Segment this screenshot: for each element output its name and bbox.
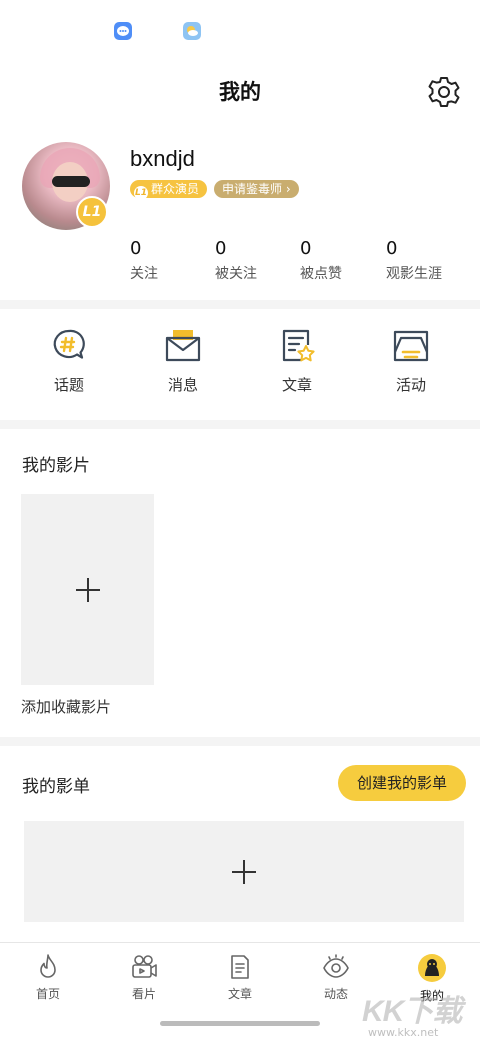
role-level-icon: L1 <box>134 186 148 200</box>
add-film-label: 添加收藏影片 <box>21 698 112 716</box>
stat-likes[interactable]: 0 被点赞 <box>300 238 390 283</box>
profile-face-icon <box>418 954 446 982</box>
stat-label: 关注 <box>130 266 158 282</box>
flame-icon <box>40 954 56 978</box>
quick-link-article[interactable]: 文章 <box>252 328 342 395</box>
stat-value: 0 <box>300 238 312 259</box>
my-films-title: 我的影片 <box>22 456 90 476</box>
username: bxndjd <box>130 146 195 171</box>
section-divider <box>0 300 480 309</box>
quick-link-activity[interactable]: 活动 <box>366 328 456 395</box>
chat-notification-icon <box>114 22 132 40</box>
stat-viewing-history[interactable]: 0 观影生涯 <box>386 238 476 283</box>
quick-link-label: 文章 <box>281 376 312 394</box>
article-star-icon <box>282 329 315 362</box>
eye-icon <box>323 954 349 978</box>
add-film-card[interactable] <box>21 494 154 685</box>
weather-notification-icon <box>183 22 201 40</box>
tab-watch[interactable]: 看片 <box>96 953 192 1002</box>
tab-label: 文章 <box>227 987 252 1001</box>
quick-link-label: 话题 <box>53 376 84 394</box>
stat-followers[interactable]: 0 被关注 <box>215 238 305 283</box>
message-envelope-icon <box>165 330 201 362</box>
section-divider <box>0 737 480 746</box>
level-badge: L1 <box>76 196 108 228</box>
page-title: 我的 <box>219 80 261 104</box>
watermark-logo: KK下载 <box>362 995 462 1028</box>
tab-articles[interactable]: 文章 <box>192 953 288 1002</box>
stat-label: 被关注 <box>215 266 257 282</box>
apply-reviewer-tag[interactable]: 申请鉴毒师 › <box>214 180 299 198</box>
role-tag-label: 群众演员 <box>151 182 200 196</box>
quick-links: 话题 消息 文章 活动 <box>0 316 480 416</box>
quick-link-label: 活动 <box>395 376 426 394</box>
plus-icon <box>75 577 100 602</box>
home-indicator[interactable] <box>160 1021 320 1026</box>
section-divider <box>0 420 480 429</box>
status-bar <box>0 0 480 60</box>
stat-value: 0 <box>386 238 398 259</box>
stat-following[interactable]: 0 关注 <box>130 238 220 283</box>
create-list-button[interactable]: 创建我的影单 <box>338 765 466 801</box>
topic-hash-icon <box>53 329 85 359</box>
stat-value: 0 <box>130 238 142 259</box>
stat-label: 观影生涯 <box>386 266 442 282</box>
settings-gear-icon[interactable] <box>426 74 462 110</box>
tab-label: 首页 <box>35 987 60 1001</box>
document-icon <box>231 955 249 979</box>
quick-link-label: 消息 <box>167 376 198 394</box>
tab-home[interactable]: 首页 <box>0 953 96 1002</box>
role-tag[interactable]: L1 群众演员 <box>130 180 208 200</box>
activity-tray-icon <box>393 330 429 362</box>
film-camera-icon <box>132 955 157 978</box>
profile-card: L1 bxndjd L1 群众演员 申请鉴毒师 › 0 关注 0 被关注 0 被点… <box>0 140 480 300</box>
profile-stats: 0 关注 0 被关注 0 被点赞 0 观影生涯 <box>0 238 480 288</box>
tab-label: 看片 <box>131 987 156 1001</box>
quick-link-topic[interactable]: 话题 <box>24 328 114 395</box>
watermark: KK下载 www.kkx.net <box>362 986 474 1038</box>
add-list-card[interactable] <box>24 821 464 922</box>
my-lists-title: 我的影单 <box>22 777 90 797</box>
stat-value: 0 <box>215 238 227 259</box>
plus-icon <box>232 859 256 884</box>
stat-label: 被点赞 <box>300 266 342 282</box>
quick-link-message[interactable]: 消息 <box>138 328 228 395</box>
